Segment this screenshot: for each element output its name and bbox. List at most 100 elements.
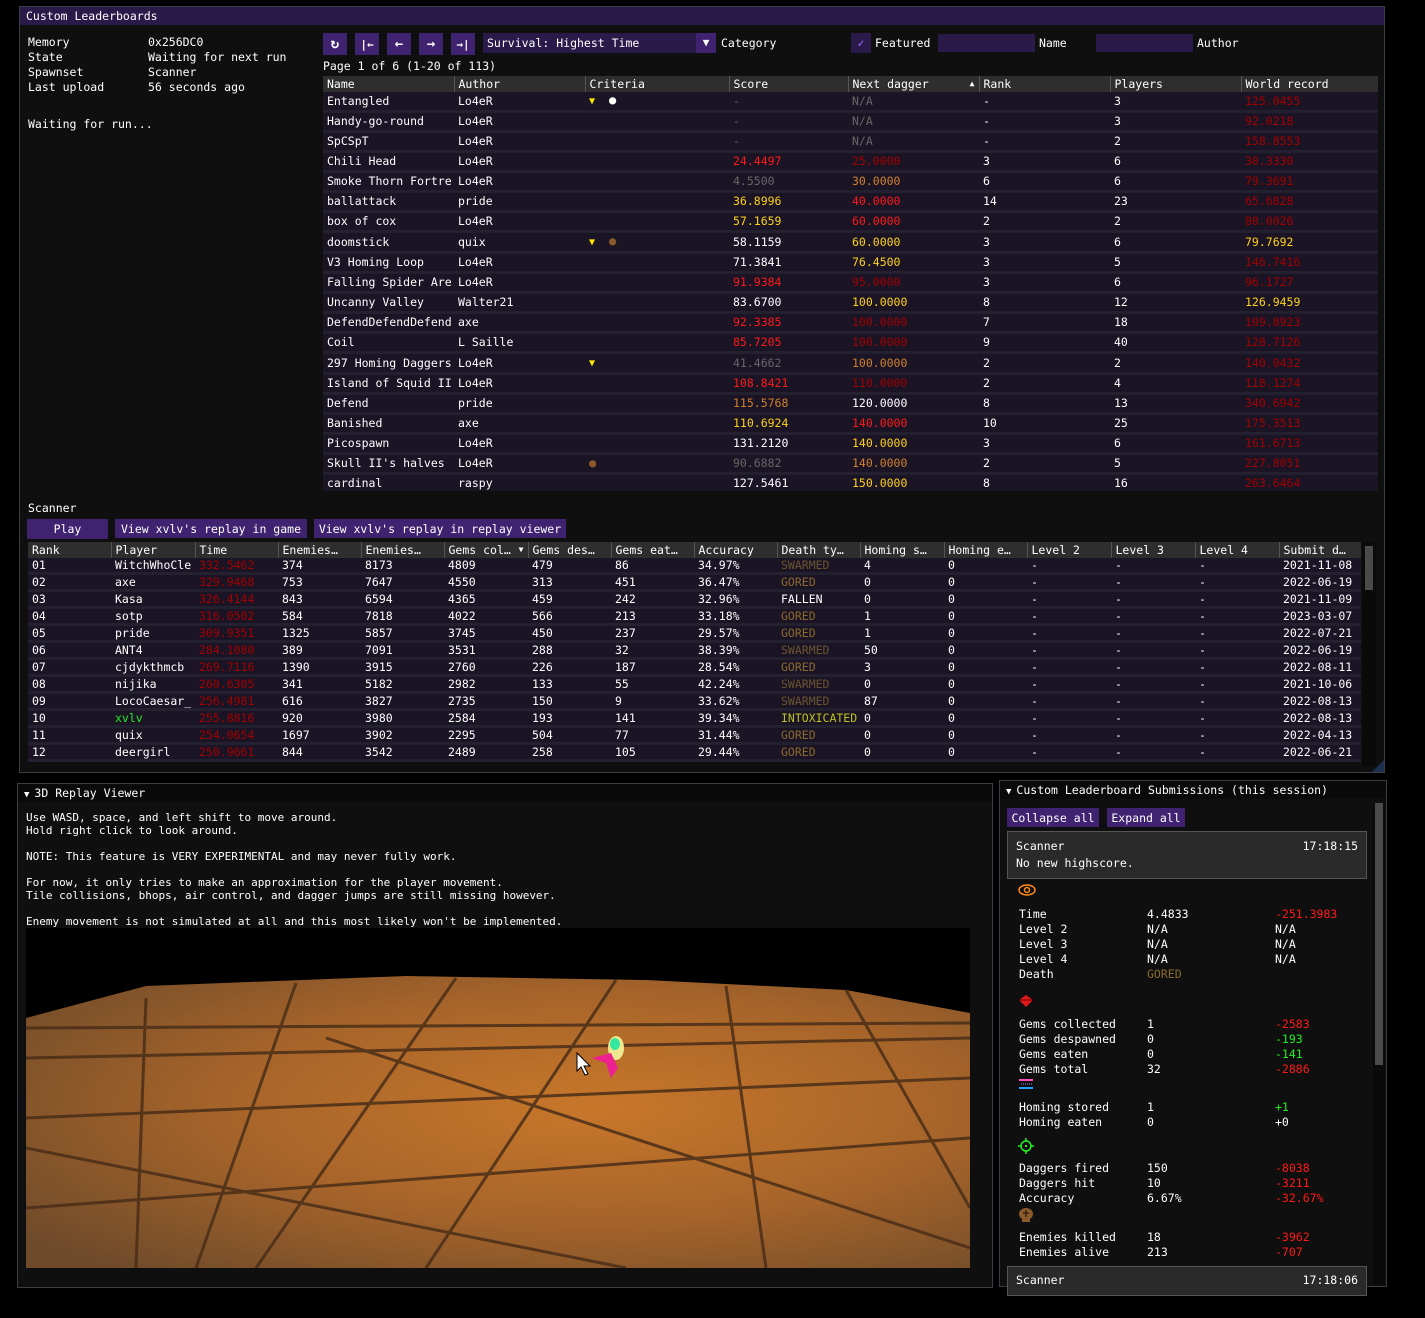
window-title[interactable]: ▼ 3D Replay Viewer <box>18 784 992 802</box>
column-header[interactable]: World record <box>1240 76 1378 92</box>
stat-label: Death <box>1019 967 1054 981</box>
collapse-triangle-icon[interactable]: ▼ <box>1006 783 1011 801</box>
scanner-row[interactable]: 02 axe 329.9468 753 7647 4550 313 451 36.47% GORE… <box>28 573 1361 592</box>
scrollbar-thumb[interactable] <box>1365 546 1373 590</box>
replay-3d-viewport[interactable] <box>26 928 970 1268</box>
expand-all-button[interactable]: Expand all <box>1107 808 1185 827</box>
column-header[interactable]: Next dagger ▲ <box>847 76 979 92</box>
column-header[interactable]: Gems col… ▼ <box>443 542 528 558</box>
column-header[interactable]: Submit d… <box>1278 542 1361 558</box>
column-header[interactable]: Player <box>110 542 195 558</box>
leaderboard-row[interactable]: Uncanny Valley Walter21 83.6700 100.0000 8 12… <box>323 292 1378 314</box>
column-header[interactable]: Rank <box>978 76 1110 92</box>
column-header[interactable]: Author <box>453 76 585 92</box>
column-header[interactable]: Criteria <box>584 76 729 92</box>
stat-row: Time 4.4833 -251.3983 <box>1019 907 1337 922</box>
submission-card[interactable]: Scanner 17:18:15 No new highscore. <box>1007 831 1367 879</box>
scanner-level-4: - <box>1195 675 1279 694</box>
name-filter-input[interactable] <box>938 34 1035 52</box>
leaderboard-row[interactable]: Smoke Thorn Fortre Lo4eR 4.5500 30.0000 6 6 79… <box>323 171 1378 193</box>
scanner-time: 326.4144 <box>195 590 278 609</box>
featured-checkbox[interactable]: ✓ <box>851 33 871 53</box>
play-button[interactable]: Play <box>27 519 108 539</box>
leaderboard-row[interactable]: cardinal raspy 127.5461 150.0000 8 16 263.6464 <box>323 473 1378 491</box>
scanner-submit-date: 2023-03-07 <box>1279 607 1361 626</box>
arena-floor-render <box>26 976 970 1268</box>
column-header[interactable]: Level 4 <box>1194 542 1279 558</box>
collapse-all-button[interactable]: Collapse all <box>1007 808 1099 827</box>
column-header[interactable]: Level 2 <box>1026 542 1111 558</box>
resize-grip[interactable] <box>1372 760 1384 772</box>
column-header[interactable]: Enemies… <box>360 542 444 558</box>
stat-diff: -8038 <box>1275 1161 1310 1175</box>
scanner-row[interactable]: 06 ANT4 284.1080 389 7091 3531 288 32 38.39% SWAR… <box>28 641 1361 660</box>
column-header[interactable]: Gems eat… <box>610 542 694 558</box>
column-header[interactable]: Level 3 <box>1110 542 1195 558</box>
scanner-row[interactable]: 04 sotp 316.0502 584 7818 4022 566 213 33.18% GOR… <box>28 607 1361 626</box>
last-page-button[interactable]: →| <box>451 33 475 55</box>
submission-card[interactable]: Scanner 17:18:06 <box>1007 1266 1367 1296</box>
scanner-level-4: - <box>1195 573 1279 592</box>
scanner-row[interactable]: 11 quix 254.0654 1697 3902 2295 504 77 31.44% GOR… <box>28 726 1361 745</box>
column-header[interactable]: Name <box>323 76 454 92</box>
leaderboard-row[interactable]: V3 Homing Loop Lo4eR 71.3841 76.4500 3 5 146.7… <box>323 252 1378 274</box>
leaderboard-row[interactable]: Defend pride 115.5768 120.0000 8 13 340.6942 <box>323 393 1378 415</box>
scanner-row[interactable]: 09 LocoCaesar_ 256.4981 616 3827 2735 150 9 33.6… <box>28 692 1361 711</box>
leaderboard-row[interactable]: doomstick quix ▼ ● 58.1159 60.0000 3 6 79.7692 <box>323 231 1378 254</box>
category-select[interactable]: Survival: Highest Time ▼ <box>483 33 716 53</box>
column-header[interactable]: Time <box>194 542 278 558</box>
scanner-row[interactable]: 07 cjdykthmcb 269.7116 1390 3915 2760 226 187 28… <box>28 658 1361 677</box>
scanner-row[interactable]: 01 WitchWhoCle 332.5462 374 8173 4809 479 86 34.… <box>28 558 1361 575</box>
leaderboard-row[interactable]: Chili Head Lo4eR 24.4497 25.0000 3 6 30.3330 <box>323 151 1378 173</box>
column-header[interactable]: Homing s… <box>859 542 944 558</box>
scrollbar-thumb[interactable] <box>1375 803 1383 1065</box>
leaderboard-row[interactable]: DefendDefendDefend axe 92.3385 100.0000 7 18 1… <box>323 312 1378 334</box>
next-page-button[interactable]: → <box>419 33 443 55</box>
scanner-death-type: GORED <box>777 658 860 677</box>
leaderboard-row[interactable]: Picospawn Lo4eR 131.2120 140.0000 3 6 161.6713 <box>323 433 1378 455</box>
view-replay-in-game-button[interactable]: View xvlv's replay in game <box>115 519 307 538</box>
scanner-row[interactable]: 10 xvlv 255.8816 920 3980 2584 193 141 39.34% INT… <box>28 709 1361 728</box>
leaderboard-score: - <box>729 111 848 133</box>
leaderboard-row[interactable]: Coil L Saille 85.7205 100.0000 9 40 128.7126 <box>323 332 1378 354</box>
column-header[interactable]: Enemies… <box>277 542 361 558</box>
column-header[interactable]: Score <box>728 76 848 92</box>
column-header-label: Next dagger <box>852 77 929 91</box>
column-header[interactable]: Homing e… <box>943 542 1027 558</box>
author-filter-input[interactable] <box>1096 34 1193 52</box>
leaderboard-row[interactable]: SpCSpT Lo4eR - N/A -2 158.8553 <box>323 131 1378 153</box>
leaderboard-row[interactable]: Skull II's halves Lo4eR ● 90.6882 140.0000 2 5… <box>323 453 1378 475</box>
previous-page-button[interactable]: ← <box>387 33 411 55</box>
info-value: 0x256DC0 <box>148 35 204 49</box>
leaderboard-row[interactable]: Banished axe 110.6924 140.0000 10 25 175.3513 <box>323 413 1378 435</box>
window-title[interactable]: ▼ Custom Leaderboard Submissions (this se… <box>1000 781 1386 799</box>
leaderboard-rank: 2 <box>979 373 1110 395</box>
window-title[interactable]: Custom Leaderboards <box>20 7 1384 25</box>
leaderboard-row[interactable]: box of cox Lo4eR 57.1659 60.0000 2 2 80.0026 <box>323 211 1378 233</box>
leaderboard-row[interactable]: 297 Homing Daggers Lo4eR ▼ 41.4662 100.0000 2… <box>323 352 1378 375</box>
scanner-row[interactable]: 12 deergirl 250.9661 844 3542 2489 258 105 29.44… <box>28 743 1361 762</box>
scanner-row[interactable]: 05 pride 309.9351 1325 5857 3745 450 237 29.57% G… <box>28 624 1361 643</box>
leaderboard-row[interactable]: Handy-go-round Lo4eR - N/A -3 92.0218 <box>323 111 1378 133</box>
leaderboard-row[interactable]: ballattack pride 36.8996 40.0000 14 23 65.6828 <box>323 191 1378 213</box>
leaderboard-row[interactable]: Falling Spider Are Lo4eR 91.9384 95.0000 3 6 9… <box>323 272 1378 294</box>
view-replay-in-viewer-button[interactable]: View xvlv's replay in replay viewer <box>314 519 566 538</box>
column-header[interactable]: Players <box>1109 76 1241 92</box>
submissions-scrollbar[interactable] <box>1373 803 1385 1285</box>
column-header[interactable]: Accuracy <box>693 542 777 558</box>
refresh-button[interactable]: ↻ <box>323 33 347 55</box>
info-key: State <box>28 50 63 64</box>
scanner-time: 260.6305 <box>195 675 278 694</box>
collapse-triangle-icon[interactable]: ▼ <box>24 786 29 804</box>
scanner-row[interactable]: 03 Kasa 326.4144 843 6594 4365 459 242 32.96% FAL… <box>28 590 1361 609</box>
column-header[interactable]: Death ty… <box>776 542 860 558</box>
scanner-scrollbar[interactable] <box>1362 542 1376 766</box>
leaderboard-row[interactable]: Island of Squid II Lo4eR 108.8421 110.0000 2… <box>323 373 1378 395</box>
scanner-row[interactable]: 08 nijika 260.6305 341 5182 2982 133 55 42.24% SW… <box>28 675 1361 694</box>
column-header[interactable]: Rank <box>28 542 111 558</box>
first-page-button[interactable]: |← <box>355 33 379 55</box>
column-header[interactable]: Gems des… <box>527 542 611 558</box>
leaderboard-row[interactable]: Entangled Lo4eR ▼ ● - N/A -3 125.0455 <box>323 92 1378 113</box>
scanner-enemies-alive: 8173 <box>361 558 444 575</box>
scanner-player: deergirl <box>111 743 195 762</box>
